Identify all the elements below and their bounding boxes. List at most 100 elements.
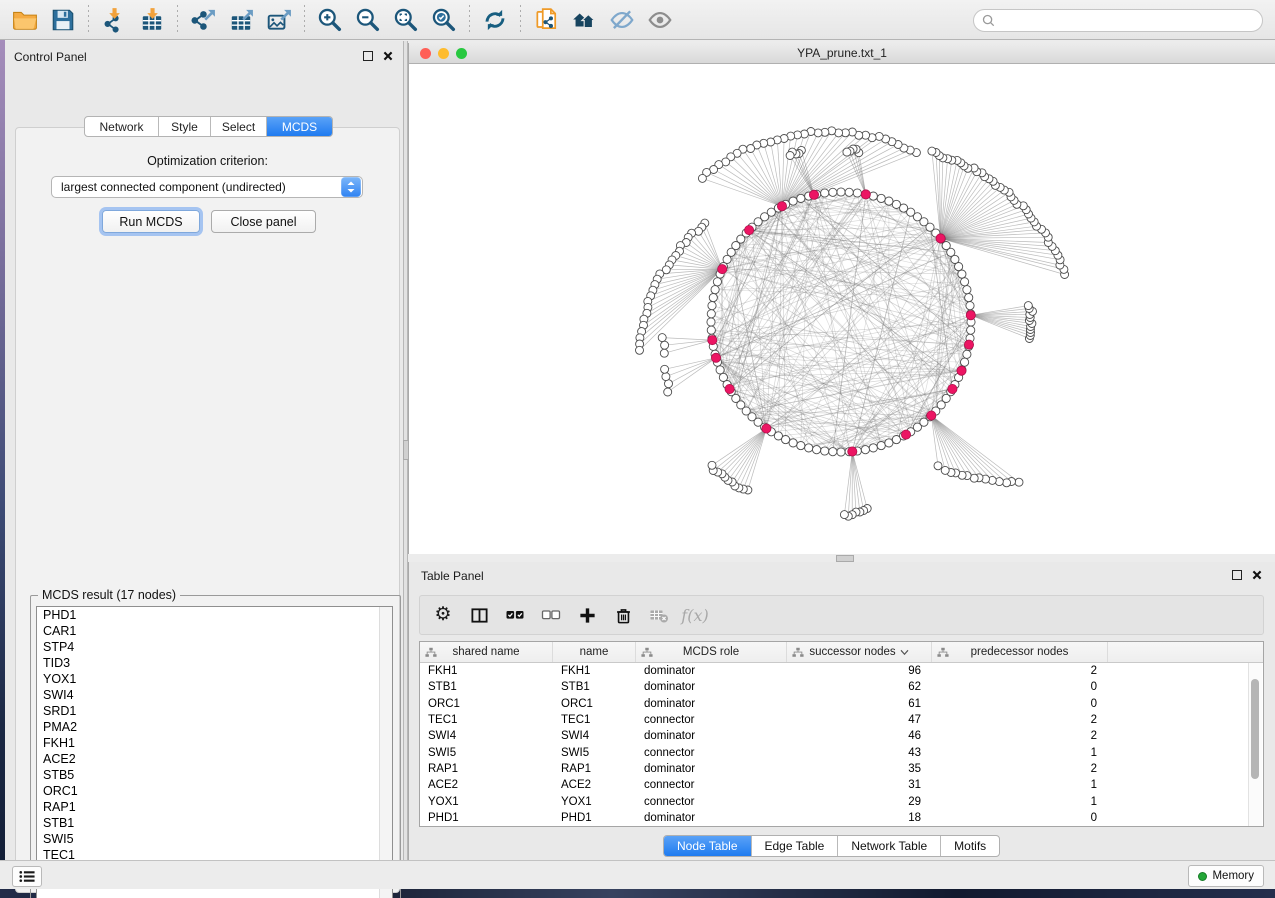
- column-type-icon: [937, 647, 949, 658]
- close-panel-icon[interactable]: [383, 51, 393, 61]
- column-type-icon: [425, 647, 437, 658]
- table-row[interactable]: ORC1 ORC1 dominator 61 0: [420, 696, 1263, 712]
- show-all-button[interactable]: [641, 3, 679, 37]
- mcds-result-item[interactable]: SRD1: [37, 703, 392, 719]
- cell-name: ACE2: [553, 779, 636, 791]
- memory-button[interactable]: Memory: [1188, 865, 1264, 887]
- cell-predecessor-nodes: 2: [932, 714, 1108, 726]
- mcds-result-item[interactable]: ACE2: [37, 751, 392, 767]
- clone-network-button[interactable]: [527, 3, 565, 37]
- mcds-result-item[interactable]: PHD1: [37, 607, 392, 623]
- cell-predecessor-nodes: 0: [932, 812, 1108, 824]
- table-scrollbar[interactable]: [1248, 663, 1262, 827]
- tab-mcds[interactable]: MCDS: [267, 117, 332, 136]
- close-panel-button[interactable]: Close panel: [211, 210, 316, 233]
- task-history-button[interactable]: [12, 866, 42, 887]
- horizontal-splitter[interactable]: [408, 554, 1275, 562]
- search-icon: [982, 14, 995, 27]
- horizontal-splitter-handle[interactable]: [836, 555, 854, 562]
- memory-status-icon: [1198, 872, 1207, 881]
- mcds-list-scrollbar[interactable]: [379, 607, 392, 898]
- close-panel-icon[interactable]: [1252, 570, 1262, 580]
- table-row[interactable]: SWI5 SWI5 connector 43 1: [420, 744, 1263, 760]
- mcds-result-item[interactable]: STB1: [37, 815, 392, 831]
- table-row[interactable]: PHD1 PHD1 dominator 18 0: [420, 810, 1263, 826]
- network-window-titlebar[interactable]: YPA_prune.txt_1: [409, 43, 1275, 64]
- mcds-result-item[interactable]: SWI4: [37, 687, 392, 703]
- cell-mcds-role: connector: [636, 779, 787, 791]
- first-neighbors-button[interactable]: [565, 3, 603, 37]
- float-panel-icon[interactable]: [1232, 570, 1242, 580]
- delete-column-icon: [614, 606, 633, 625]
- hide-selected-button[interactable]: [603, 3, 641, 37]
- deselect-all-button[interactable]: [540, 604, 562, 626]
- save-session-button[interactable]: [44, 3, 82, 37]
- import-table-button[interactable]: [133, 3, 171, 37]
- mcds-result-item[interactable]: RAP1: [37, 799, 392, 815]
- refresh-button[interactable]: [476, 3, 514, 37]
- mcds-result-item[interactable]: STP4: [37, 639, 392, 655]
- create-column-icon: [578, 606, 597, 625]
- tab-network[interactable]: Network: [85, 117, 159, 136]
- cell-shared-name: PHD1: [420, 812, 553, 824]
- mcds-result-item[interactable]: STB5: [37, 767, 392, 783]
- table-row[interactable]: TEC1 TEC1 connector 47 2: [420, 712, 1263, 728]
- export-table-button[interactable]: [222, 3, 260, 37]
- create-column-button[interactable]: [576, 604, 598, 626]
- tab-network-table[interactable]: Network Table: [838, 836, 941, 856]
- select-all-button[interactable]: [504, 604, 526, 626]
- mcds-result-item[interactable]: ORC1: [37, 783, 392, 799]
- table-row[interactable]: STB1 STB1 dominator 62 0: [420, 679, 1263, 695]
- tab-edge-table[interactable]: Edge Table: [752, 836, 839, 856]
- zoom-out-button[interactable]: [349, 3, 387, 37]
- mcds-result-item[interactable]: FKH1: [37, 735, 392, 751]
- float-panel-icon[interactable]: [363, 51, 373, 61]
- mcds-result-item[interactable]: YOX1: [37, 671, 392, 687]
- optimization-criterion-select[interactable]: largest connected component (undirected): [51, 176, 363, 198]
- tab-motifs[interactable]: Motifs: [941, 836, 999, 856]
- column-header-successor-nodes[interactable]: successor nodes: [787, 642, 932, 662]
- mcds-result-item[interactable]: TID3: [37, 655, 392, 671]
- tab-style[interactable]: Style: [159, 117, 211, 136]
- cell-successor-nodes: 61: [787, 698, 932, 710]
- mcds-result-item[interactable]: CAR1: [37, 623, 392, 639]
- table-row[interactable]: SWI4 SWI4 dominator 46 2: [420, 728, 1263, 744]
- mcds-result-item[interactable]: SWI5: [37, 831, 392, 847]
- mcds-result-item[interactable]: PMA2: [37, 719, 392, 735]
- cell-shared-name: ACE2: [420, 779, 553, 791]
- export-network-button[interactable]: [184, 3, 222, 37]
- cell-predecessor-nodes: 2: [932, 763, 1108, 775]
- cell-successor-nodes: 62: [787, 681, 932, 693]
- tab-select[interactable]: Select: [211, 117, 267, 136]
- zoom-selected-button[interactable]: [425, 3, 463, 37]
- table-row[interactable]: FKH1 FKH1 dominator 96 2: [420, 663, 1263, 679]
- cell-mcds-role: dominator: [636, 730, 787, 742]
- mcds-result-list[interactable]: PHD1CAR1STP4TID3YOX1SWI4SRD1PMA2FKH1ACE2…: [36, 606, 393, 898]
- tab-node-table[interactable]: Node Table: [664, 836, 752, 856]
- table-scrollbar-thumb[interactable]: [1251, 679, 1259, 779]
- cell-mcds-role: dominator: [636, 665, 787, 677]
- run-mcds-button[interactable]: Run MCDS: [102, 210, 200, 233]
- import-network-button[interactable]: [95, 3, 133, 37]
- network-canvas[interactable]: [409, 64, 1275, 554]
- column-header-shared-name[interactable]: shared name: [420, 642, 553, 662]
- cell-shared-name: SWI4: [420, 730, 553, 742]
- column-header-name[interactable]: name: [553, 642, 636, 662]
- zoom-in-button[interactable]: [311, 3, 349, 37]
- export-image-button[interactable]: [260, 3, 298, 37]
- cell-successor-nodes: 47: [787, 714, 932, 726]
- table-row[interactable]: ACE2 ACE2 connector 31 1: [420, 777, 1263, 793]
- sort-descending-icon: [900, 649, 909, 656]
- column-header-MCDS-role[interactable]: MCDS role: [636, 642, 787, 662]
- table-row[interactable]: RAP1 RAP1 dominator 35 2: [420, 761, 1263, 777]
- table-row[interactable]: YOX1 YOX1 connector 29 1: [420, 793, 1263, 809]
- zoom-out-icon: [355, 7, 381, 33]
- zoom-fit-button[interactable]: [387, 3, 425, 37]
- show-hide-columns-button[interactable]: [468, 604, 490, 626]
- table-options-button[interactable]: ⚙: [432, 604, 454, 626]
- toolbar-separator: [177, 5, 178, 35]
- search-input[interactable]: [973, 9, 1263, 32]
- column-header-predecessor-nodes[interactable]: predecessor nodes: [932, 642, 1108, 662]
- open-session-button[interactable]: [6, 3, 44, 37]
- delete-column-button[interactable]: [612, 604, 634, 626]
